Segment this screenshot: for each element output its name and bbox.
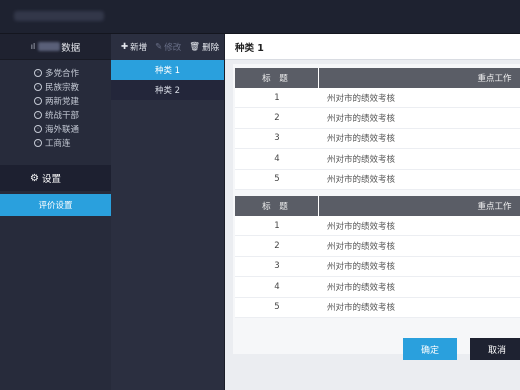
row-text: 州对市的绩效考核 [327,282,396,293]
category-item-1[interactable]: 种类 1 [111,60,224,80]
category-label: 种类 1 [154,66,181,76]
page-title: 种类 1 [225,34,520,60]
circle-icon: ◦ [34,125,42,133]
sidebar-item-label: 多党合作 [45,69,80,79]
row-text: 州对市的绩效考核 [327,221,396,232]
table-row[interactable]: 1 州对市的绩效考核 [235,216,520,237]
sidebar-item-ethnic-religion[interactable]: ◦ 民族宗教 [0,80,111,94]
category-label: 种类 2 [154,86,181,96]
main-panel: 种类 1 标 题 重点工作 1 州对市的绩效考核 2 州对市的绩效考核 3 州对市的绩… [225,34,520,390]
edit-label: 修改 [164,43,182,53]
category-panel: ✚ 新增 ✎ 修改 🗑 删除 种类 1 种类 2 [111,34,224,390]
cancel-button[interactable]: 取消 [470,338,520,360]
blurred-text [38,42,61,51]
row-number: 5 [274,174,280,185]
row-number: 2 [274,241,280,252]
row-text: 州对市的绩效考核 [327,242,396,253]
category-item-2[interactable]: 种类 2 [111,80,224,100]
table-row[interactable]: 5 州对市的绩效考核 [235,297,520,318]
add-button[interactable]: ✚ 新增 [121,41,147,53]
row-number: 4 [274,281,280,292]
circle-icon: ◦ [34,69,42,77]
top-header [0,0,520,34]
sidebar-item-label: 海外联通 [45,125,80,135]
add-label: 新增 [130,43,148,53]
table-header: 标 题 重点工作 [235,196,520,216]
row-text: 州对市的绩效考核 [327,303,396,314]
sidebar-item-label: 民族宗教 [45,83,80,93]
row-text: 州对市的绩效考核 [327,114,396,125]
table-row[interactable]: 3 州对市的绩效考核 [235,256,520,278]
gear-icon: ⚙ [30,172,39,184]
delete-button[interactable]: 🗑 删除 [189,41,219,53]
circle-icon: ◦ [34,139,42,147]
row-number: 1 [274,220,280,231]
sidebar-menu: ◦ 多党合作 ◦ 民族宗教 ◦ 两新党建 ◦ 统战干部 ◦ 海外联通 ◦ 工商连 [0,60,111,150]
category-toolbar: ✚ 新增 ✎ 修改 🗑 删除 [111,34,224,60]
table-row[interactable]: 2 州对市的绩效考核 [235,108,520,129]
table-row[interactable]: 1 州对市的绩效考核 [235,88,520,109]
row-text: 州对市的绩效考核 [327,262,396,273]
row-number: 1 [274,92,280,103]
work-table-1: 标 题 重点工作 1 州对市的绩效考核 2 州对市的绩效考核 3 州对市的绩效考核 4… [235,68,520,190]
circle-icon: ◦ [34,83,42,91]
sidebar-item-overseas[interactable]: ◦ 海外联通 [0,122,111,136]
table-row[interactable]: 4 州对市的绩效考核 [235,149,520,170]
header-title: 标 题 [235,196,319,216]
table-row[interactable]: 4 州对市的绩效考核 [235,277,520,298]
pencil-icon: ✎ [155,42,163,52]
table-row[interactable]: 2 州对市的绩效考核 [235,236,520,257]
row-number: 4 [274,153,280,164]
circle-icon: ◦ [34,97,42,105]
sidebar-item-label: 统战干部 [45,111,80,121]
sidebar-item-label: 两新党建 [45,97,80,107]
sidebar-item-eval-settings[interactable]: 评价设置 [0,194,111,216]
settings-label: 设置 [41,174,61,185]
row-text: 州对市的绩效考核 [327,134,396,145]
sidebar-item-two-new[interactable]: ◦ 两新党建 [0,94,111,108]
sidebar-item-cadres[interactable]: ◦ 统战干部 [0,108,111,122]
plus-icon: ✚ [121,42,129,52]
header-title: 标 题 [235,68,319,88]
delete-label: 删除 [202,43,220,53]
trash-icon: 🗑 [189,42,201,52]
row-text: 州对市的绩效考核 [327,175,396,186]
confirm-button[interactable]: 确定 [403,338,457,360]
table-row[interactable]: 3 州对市的绩效考核 [235,128,520,150]
sidebar-settings[interactable]: ⚙ 设置 [0,165,111,191]
work-table-2: 标 题 重点工作 1 州对市的绩效考核 2 州对市的绩效考核 3 州对市的绩效考核 4… [235,196,520,318]
edit-button[interactable]: ✎ 修改 [155,41,181,53]
row-text: 州对市的绩效考核 [327,154,396,165]
row-text: 州对市的绩效考核 [327,93,396,104]
sidebar-header-label: 数据 [61,42,81,54]
table-header: 标 题 重点工作 [235,68,520,88]
sidebar-item-multiparty[interactable]: ◦ 多党合作 [0,66,111,80]
app-title-blurred [14,11,104,21]
table-row[interactable]: 5 州对市的绩效考核 [235,169,520,190]
left-sidebar: ıl 数据 ◦ 多党合作 ◦ 民族宗教 ◦ 两新党建 ◦ 统战干部 ◦ 海外联通 ◦ 工商连… [0,34,111,390]
row-number: 3 [274,133,280,144]
header-focus: 重点工作 [319,196,520,216]
row-number: 3 [274,261,280,272]
eval-settings-label: 评价设置 [38,201,73,211]
header-focus: 重点工作 [319,68,520,88]
sidebar-header: ıl 数据 [0,34,111,60]
circle-icon: ◦ [34,111,42,119]
content-area: 标 题 重点工作 1 州对市的绩效考核 2 州对市的绩效考核 3 州对市的绩效考核 4… [233,64,520,354]
row-number: 5 [274,302,280,313]
row-number: 2 [274,113,280,124]
sidebar-item-label: 工商连 [45,139,71,149]
bar-chart-icon: ıl [30,42,36,51]
sidebar-item-commerce[interactable]: ◦ 工商连 [0,136,111,150]
